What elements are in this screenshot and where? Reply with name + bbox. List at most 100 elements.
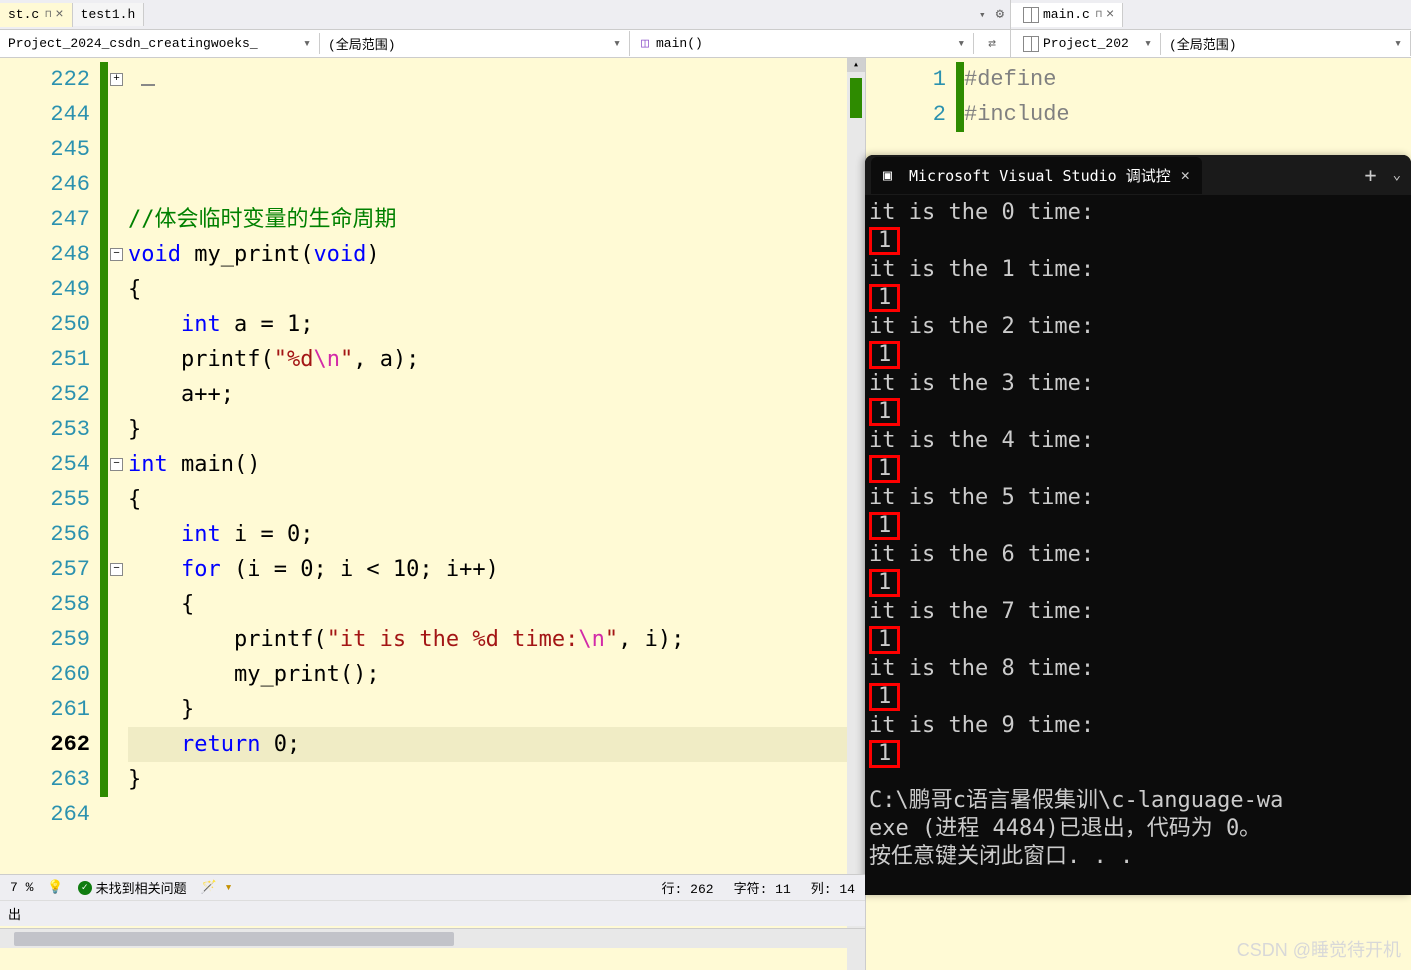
gear-icon[interactable]: ⚙ (996, 6, 1004, 23)
output-line: it is the 3 time: (869, 370, 1407, 397)
output-line: it is the 5 time: (869, 484, 1407, 511)
chevron-down-icon[interactable]: ▾ (1388, 36, 1402, 51)
debug-console: ▣ Microsoft Visual Studio 调试控 ✕ + ⌄ it i… (865, 155, 1411, 895)
highlighted-value: 1 (869, 398, 900, 426)
scroll-change-mark (850, 78, 862, 118)
line-number: 262 (0, 727, 90, 762)
output-panel-tab[interactable]: 出 (0, 900, 865, 926)
watermark: CSDN @睡觉待开机 (1237, 936, 1401, 962)
folded-comment[interactable] (141, 84, 155, 86)
nav-swap[interactable]: ⇄ (974, 33, 1010, 54)
fold-expand-icon[interactable]: + (110, 73, 123, 86)
right-nav-scope[interactable]: (全局范围) ▾ (1161, 31, 1411, 56)
output-line: it is the 9 time: (869, 712, 1407, 739)
line-number: 252 (0, 377, 90, 412)
right-nav-project[interactable]: Project_202 ▾ (1011, 33, 1161, 55)
chevron-down-icon[interactable]: ▾ (951, 36, 965, 51)
line-number: 2 (866, 97, 946, 132)
highlighted-value: 1 (869, 341, 900, 369)
status-bar: 7 % 💡 ✓ 未找到相关问题 🪄 ▾ 行: 262 字符: 11 列: 14 (0, 874, 865, 900)
line-number: 245 (0, 132, 90, 167)
horizontal-scrollbar[interactable] (0, 928, 865, 948)
line-number: 250 (0, 307, 90, 342)
tab-test1-h[interactable]: test1.h (73, 3, 145, 26)
output-line: it is the 8 time: (869, 655, 1407, 682)
fold-column: + − − − (108, 58, 128, 970)
right-nav-bar: Project_202 ▾ (全局范围) ▾ (1010, 30, 1411, 58)
check-icon: ✓ (78, 881, 92, 895)
editor-tab-bar: st.c ⊓ × test1.h ▾ ⚙ (0, 0, 1010, 30)
chevron-down-icon[interactable]: ⌄ (1393, 167, 1401, 183)
right-nav-scope-label: (全局范围) (1169, 34, 1237, 53)
pin-icon[interactable]: ⊓ (45, 9, 51, 21)
highlighted-value: 1 (869, 683, 900, 711)
code-text[interactable]: //体会临时变量的生命周期 void my_print(void) { int … (128, 58, 865, 970)
nav-scope[interactable]: (全局范围) ▾ (320, 31, 630, 56)
status-char[interactable]: 字符: 11 (734, 878, 791, 897)
new-tab-icon[interactable]: + (1365, 163, 1377, 187)
tab-main-c[interactable]: main.c ⊓ × (1011, 3, 1123, 27)
line-number: 248 (0, 237, 90, 272)
output-line: it is the 7 time: (869, 598, 1407, 625)
line-number: 247 (0, 202, 90, 237)
line-number: 246 (0, 167, 90, 202)
highlighted-value: 1 (869, 569, 900, 597)
press-key-message: 按任意键关闭此窗口. . . (869, 843, 1407, 871)
fold-collapse-icon[interactable]: − (110, 458, 123, 471)
status-line[interactable]: 行: 262 (662, 878, 714, 897)
nav-project[interactable]: Project_2024_csdn_creatingwoeks_ ▾ (0, 33, 320, 54)
highlighted-value: 1 (869, 455, 900, 483)
line-number: 1 (866, 62, 946, 97)
highlighted-value: 1 (869, 740, 900, 768)
terminal-tab[interactable]: ▣ Microsoft Visual Studio 调试控 ✕ (871, 157, 1202, 194)
nav-function[interactable]: ◫ main() ▾ (630, 33, 974, 54)
tab-st-c[interactable]: st.c ⊓ × (0, 3, 73, 27)
status-col[interactable]: 列: 14 (811, 878, 855, 897)
output-line: it is the 0 time: (869, 199, 1407, 226)
right-nav-project-label: Project_202 (1043, 36, 1129, 51)
line-number: 263 (0, 762, 90, 797)
pin-icon[interactable]: ⊓ (1096, 9, 1102, 21)
fold-collapse-icon[interactable]: − (110, 563, 123, 576)
line-number: 261 (0, 692, 90, 727)
line-number: 260 (0, 657, 90, 692)
wand-icon[interactable]: 🪄 ▾ (201, 880, 233, 895)
lightbulb-icon[interactable]: 💡 (47, 880, 63, 895)
close-icon[interactable]: × (1106, 7, 1114, 23)
highlighted-value: 1 (869, 227, 900, 255)
close-icon[interactable]: × (55, 7, 63, 23)
close-icon[interactable]: ✕ (1181, 166, 1190, 184)
exit-path: C:\鹏哥c语言暑假集训\c-language-wa (869, 787, 1407, 815)
change-indicator (100, 58, 108, 970)
nav-project-label: Project_2024_csdn_creatingwoeks_ (8, 36, 258, 51)
line-number: 254 (0, 447, 90, 482)
cube-icon: ◫ (638, 37, 652, 51)
scrollbar-thumb[interactable] (14, 932, 454, 946)
chevron-down-icon[interactable]: ▾ (979, 8, 986, 22)
scroll-up-icon[interactable]: ▴ (847, 58, 865, 72)
status-issues[interactable]: ✓ 未找到相关问题 (78, 878, 187, 897)
vertical-scrollbar[interactable]: ▴ (847, 58, 865, 970)
line-number: 255 (0, 482, 90, 517)
chevron-down-icon[interactable]: ▾ (1138, 36, 1152, 51)
line-number: 244 (0, 97, 90, 132)
highlighted-value: 1 (869, 626, 900, 654)
terminal-title: Microsoft Visual Studio 调试控 (909, 165, 1171, 186)
nav-scope-label: (全局范围) (328, 34, 396, 53)
editor-nav-bar: Project_2024_csdn_creatingwoeks_ ▾ (全局范围… (0, 30, 1010, 58)
line-number: 256 (0, 517, 90, 552)
line-number: 251 (0, 342, 90, 377)
right-editor-tab-bar: main.c ⊓ × (1010, 0, 1411, 30)
line-number: 259 (0, 622, 90, 657)
terminal-output[interactable]: it is the 0 time: 1 it is the 1 time: 1 … (865, 195, 1411, 875)
exit-message: exe (进程 4484)已退出，代码为 0。 (869, 815, 1407, 843)
chevron-down-icon[interactable]: ▾ (607, 36, 621, 51)
line-number: 222 (0, 62, 90, 97)
nav-func-label: main() (656, 36, 703, 51)
terminal-tab-bar: ▣ Microsoft Visual Studio 调试控 ✕ + ⌄ (865, 155, 1411, 195)
output-line: it is the 2 time: (869, 313, 1407, 340)
chevron-down-icon[interactable]: ▾ (297, 36, 311, 51)
code-editor[interactable]: 222 244 245 246 247 248 249 250 251 252 … (0, 58, 865, 970)
fold-collapse-icon[interactable]: − (110, 248, 123, 261)
line-gutter: 222 244 245 246 247 248 249 250 251 252 … (0, 58, 100, 970)
